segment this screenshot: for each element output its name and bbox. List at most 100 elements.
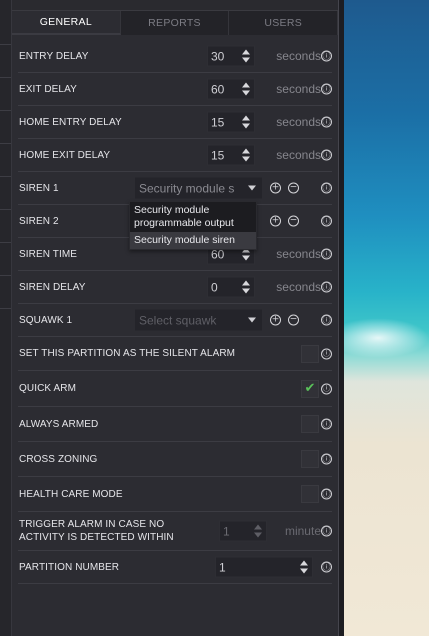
strip-tick — [0, 44, 11, 45]
info-icon[interactable]: ⓘ — [321, 314, 332, 326]
siren-time-label: SIREN TIME — [19, 248, 78, 260]
silent-alarm-label: SET THIS PARTITION AS THE SILENT ALARM — [19, 348, 236, 359]
info-icon[interactable]: ⓘ — [321, 488, 332, 500]
tab-users[interactable]: USERS — [229, 11, 339, 35]
info-icon[interactable]: ⓘ — [321, 383, 332, 394]
trigger-alarm-input[interactable]: 1 — [219, 520, 267, 542]
info-icon[interactable]: ⓘ — [321, 182, 332, 194]
cross-zoning-checkbox[interactable] — [301, 450, 319, 468]
home-entry-delay-unit: seconds — [276, 115, 321, 129]
row-partition-number: PARTITION NUMBER 1 ⓘ — [18, 551, 332, 584]
spinner-icon[interactable] — [300, 560, 308, 574]
remove-icon[interactable]: − — [288, 182, 299, 194]
info-icon[interactable]: ⓘ — [321, 83, 332, 95]
option-line2: programmable output — [134, 217, 234, 229]
info-icon[interactable]: ⓘ — [321, 248, 332, 260]
info-icon[interactable]: ⓘ — [321, 418, 332, 430]
partition-number-value: 1 — [219, 560, 226, 574]
cross-zoning-label: CROSS ZONING — [19, 453, 98, 465]
exit-delay-unit: seconds — [276, 82, 321, 96]
strip-tick — [0, 77, 11, 78]
siren-delay-input[interactable]: 0 — [207, 276, 255, 298]
row-home-exit-delay: HOME EXIT DELAY 15 seconds ⓘ — [18, 139, 332, 172]
quick-arm-checkbox[interactable]: ✔ — [301, 379, 319, 398]
info-icon[interactable]: ⓘ — [321, 348, 332, 359]
siren-1-selected-value: Security module s — [139, 181, 235, 195]
panel-edge — [338, 0, 344, 636]
spinner-icon[interactable] — [242, 49, 250, 63]
spinner-icon[interactable] — [242, 115, 250, 129]
info-icon[interactable]: ⓘ — [321, 453, 332, 465]
info-icon[interactable]: ⓘ — [321, 149, 332, 161]
add-icon[interactable]: + — [270, 215, 281, 227]
entry-delay-unit: seconds — [276, 49, 321, 63]
home-entry-delay-value: 15 — [211, 115, 225, 129]
silent-alarm-checkbox[interactable] — [301, 344, 319, 363]
remove-icon[interactable]: − — [288, 314, 299, 326]
background-beach-image — [344, 0, 429, 636]
spinner-icon[interactable] — [242, 148, 250, 162]
entry-delay-label: ENTRY DELAY — [19, 50, 89, 62]
home-exit-delay-value: 15 — [211, 148, 225, 162]
squawk-1-label: SQUAWK 1 — [19, 314, 73, 326]
home-entry-delay-input[interactable]: 15 — [207, 111, 255, 133]
siren-1-label: SIREN 1 — [19, 182, 59, 194]
always-armed-checkbox[interactable] — [301, 415, 319, 433]
add-icon[interactable]: + — [270, 182, 281, 194]
partition-settings-panel: GENERAL REPORTS USERS ENTRY DELAY 30 sec… — [12, 0, 339, 636]
health-care-mode-checkbox[interactable] — [301, 485, 319, 503]
info-icon[interactable]: ⓘ — [321, 561, 332, 573]
siren-delay-unit: seconds — [276, 280, 321, 294]
exit-delay-value: 60 — [211, 82, 225, 96]
spinner-icon[interactable] — [242, 82, 250, 96]
row-trigger-alarm: TRIGGER ALARM IN CASE NO ACTIVITY IS DET… — [18, 512, 332, 551]
chevron-down-icon — [248, 185, 256, 191]
info-icon[interactable]: ⓘ — [321, 525, 332, 537]
strip-tick — [0, 209, 11, 210]
dropdown-option-programmable-output[interactable]: Security module programmable output — [130, 202, 256, 232]
info-icon[interactable]: ⓘ — [321, 116, 332, 128]
tab-reports[interactable]: REPORTS — [121, 11, 230, 35]
wave-foam — [344, 318, 429, 358]
row-siren-delay: SIREN DELAY 0 seconds ⓘ — [18, 271, 332, 304]
home-exit-delay-label: HOME EXIT DELAY — [19, 149, 111, 161]
strip-tick — [0, 242, 11, 243]
strip-tick — [0, 308, 11, 309]
spinner-icon[interactable] — [242, 280, 250, 294]
info-icon[interactable]: ⓘ — [321, 50, 332, 62]
entry-delay-input[interactable]: 30 — [207, 45, 255, 67]
siren-time-unit: seconds — [276, 247, 321, 261]
quick-arm-label: QUICK ARM — [19, 383, 77, 394]
partition-number-input[interactable]: 1 — [215, 556, 313, 578]
spinner-icon[interactable] — [254, 524, 262, 538]
health-care-mode-label: HEALTH CARE MODE — [19, 488, 123, 500]
tab-general[interactable]: GENERAL — [12, 11, 121, 35]
row-silent-alarm: SET THIS PARTITION AS THE SILENT ALARM ⓘ — [18, 337, 332, 371]
row-quick-arm: QUICK ARM ✔ ⓘ — [18, 371, 332, 407]
trigger-alarm-unit: minute — [284, 524, 321, 538]
remove-icon[interactable]: − — [288, 215, 299, 227]
home-entry-delay-label: HOME ENTRY DELAY — [19, 116, 122, 128]
strip-tick — [0, 110, 11, 111]
dropdown-option-module-siren[interactable]: Security module siren — [130, 232, 256, 249]
tab-bar-top — [12, 0, 338, 10]
entry-delay-value: 30 — [211, 49, 225, 63]
trigger-alarm-label: TRIGGER ALARM IN CASE NO ACTIVITY IS DET… — [19, 518, 174, 544]
partition-number-label: PARTITION NUMBER — [19, 561, 120, 573]
trigger-alarm-label-line1: TRIGGER ALARM IN CASE NO — [19, 519, 165, 530]
left-edge-strip — [0, 0, 12, 636]
strip-tick — [0, 275, 11, 276]
home-exit-delay-input[interactable]: 15 — [207, 144, 255, 166]
info-icon[interactable]: ⓘ — [321, 281, 332, 293]
strip-tick — [0, 143, 11, 144]
trigger-alarm-label-line2: ACTIVITY IS DETECTED WITHIN — [19, 532, 174, 543]
info-icon[interactable]: ⓘ — [321, 215, 332, 227]
squawk-1-select[interactable]: Select squawk — [135, 309, 262, 331]
squawk-1-placeholder: Select squawk — [139, 313, 217, 327]
home-exit-delay-unit: seconds — [276, 148, 321, 162]
add-icon[interactable]: + — [270, 314, 281, 326]
siren-dropdown-menu: Security module programmable output Secu… — [129, 201, 257, 250]
siren-1-select[interactable]: Security module s — [135, 177, 262, 199]
exit-delay-input[interactable]: 60 — [207, 78, 255, 100]
strip-tick — [0, 176, 11, 177]
